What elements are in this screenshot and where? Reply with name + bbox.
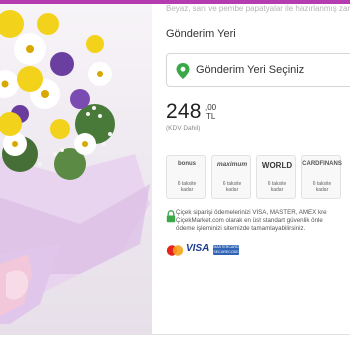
installment-note: 6 taksite kadar xyxy=(312,181,332,193)
vat-note: (KDV Dahil) xyxy=(166,125,201,132)
installment-note: 6 taksite kadar xyxy=(177,181,197,193)
installment-card-cardfinans[interactable]: CARDFINANS 6 taksite kadar xyxy=(301,155,342,199)
mastercard-logo-icon xyxy=(166,245,184,256)
delivery-select-placeholder: Gönderim Yeri Seçiniz xyxy=(196,64,305,76)
cardfinans-logo: CARDFINANS xyxy=(302,161,342,167)
installment-card-world[interactable]: WORLD 6 taksite kadar xyxy=(256,155,296,199)
product-details: Beyaz, sarı ve pembe papatyalar ile hazı… xyxy=(166,0,350,350)
bouquet-illustration xyxy=(0,10,150,324)
price-currency: TL xyxy=(206,112,216,121)
visa-logo: VISA xyxy=(186,243,210,254)
security-text: Çiçek siparişi ödemelerinizi VISA, MASTE… xyxy=(176,209,327,232)
product-description: Beyaz, sarı ve pembe papatyalar ile hazı… xyxy=(166,4,350,13)
price-integer: 248 xyxy=(166,100,202,123)
location-pin-icon xyxy=(176,63,190,79)
delivery-title: Gönderim Yeri xyxy=(166,28,236,40)
world-logo: WORLD xyxy=(261,161,293,170)
installment-note: 6 taksite kadar xyxy=(267,181,287,193)
delivery-place-select[interactable]: Gönderim Yeri Seçiniz xyxy=(166,53,350,87)
price-decimal: ,00 xyxy=(205,103,217,112)
maximum-logo: maximum xyxy=(216,161,248,168)
installment-cards: bonus 6 taksite kadar maximum 6 taksite … xyxy=(166,155,350,201)
bonus-logo: bonus xyxy=(178,161,196,167)
installment-card-maximum[interactable]: maximum 6 taksite kadar xyxy=(211,155,251,199)
product-image[interactable] xyxy=(0,4,152,334)
lock-icon xyxy=(166,210,176,223)
divider xyxy=(0,334,350,335)
installment-note: 6 taksite kadar xyxy=(222,181,242,193)
payment-logos: VISA MASTERCARD SECURECODE xyxy=(166,243,256,257)
installment-card-bonus[interactable]: bonus 6 taksite kadar xyxy=(166,155,206,199)
securecode-badge: MASTERCARD SECURECODE xyxy=(213,245,239,255)
